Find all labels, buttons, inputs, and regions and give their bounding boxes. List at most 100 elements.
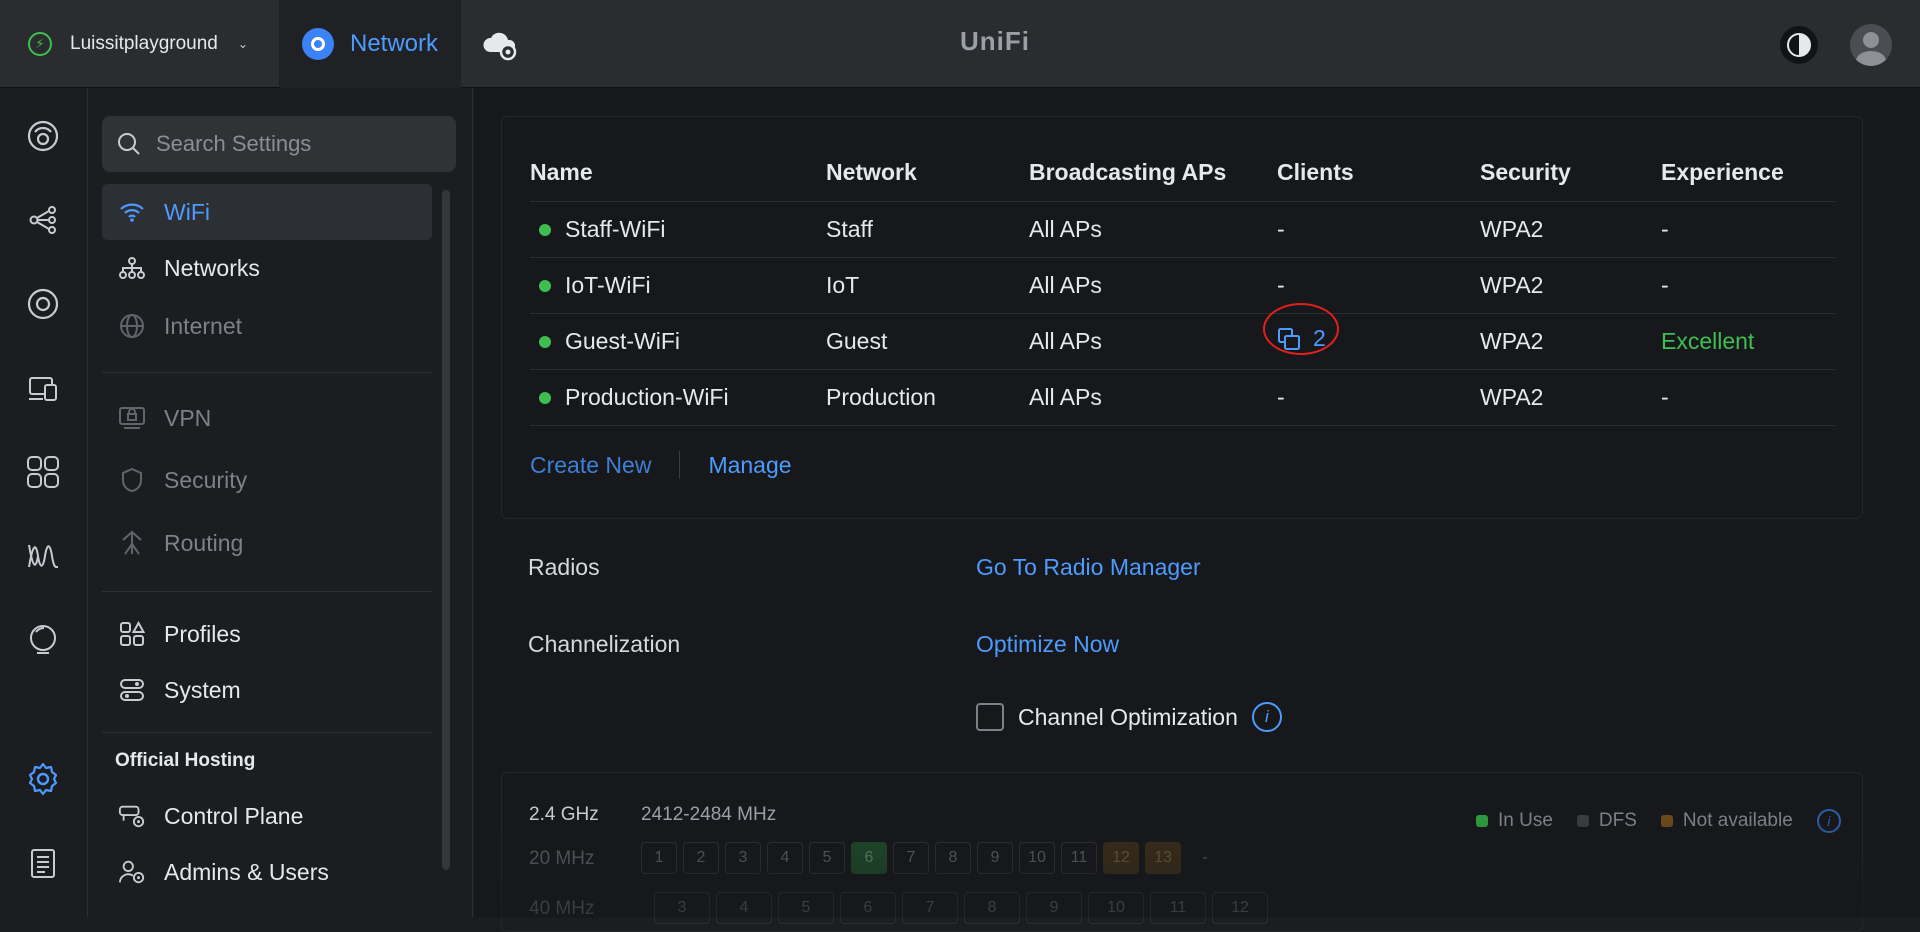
cell-aps: All APs <box>1029 369 1277 426</box>
cell-network: Guest <box>826 313 1029 370</box>
sidebar-item-label: Control Plane <box>164 802 304 829</box>
channel-cell[interactable]: 7 <box>902 892 958 924</box>
channels-20mhz: 1 2 3 4 5 6 7 8 9 10 11 12 13 - <box>641 842 1229 874</box>
cell-security: WPA2 <box>1480 201 1661 258</box>
info-icon[interactable]: i <box>1816 809 1841 833</box>
channel-cell[interactable]: 9 <box>1026 892 1082 924</box>
cell-experience: - <box>1661 369 1836 426</box>
cell-network: Staff <box>826 201 1029 258</box>
search-icon <box>118 133 140 155</box>
cell-network: Production <box>826 369 1029 426</box>
channel-cell[interactable]: 8 <box>935 842 971 874</box>
channels-40mhz: 3 4 5 6 7 8 9 10 11 12 <box>654 892 1274 924</box>
manage-link[interactable]: Manage <box>708 452 791 479</box>
theme-toggle-button[interactable] <box>1780 26 1818 64</box>
sidebar-item-networks[interactable]: Networks <box>102 240 432 296</box>
sidebar-item-control-plane[interactable]: Control Plane <box>102 788 432 844</box>
sidebar-item-routing[interactable]: Routing <box>102 515 432 571</box>
cell-experience: - <box>1661 201 1836 258</box>
table-row[interactable]: Staff-WiFi Staff All APs - WPA2 - <box>530 201 1836 258</box>
column-header-experience[interactable]: Experience <box>1661 145 1836 202</box>
channel-cell-in-use[interactable]: 6 <box>851 842 887 874</box>
column-header-security[interactable]: Security <box>1480 145 1661 202</box>
column-header-broadcasting-aps[interactable]: Broadcasting APs <box>1029 145 1277 202</box>
unifi-logo: UniFi <box>960 26 1030 56</box>
vpn-icon <box>118 404 146 432</box>
avatar[interactable] <box>1850 24 1892 66</box>
system-log-icon[interactable] <box>22 842 64 884</box>
channel-cell[interactable]: 7 <box>893 842 929 874</box>
clients-link[interactable]: 2 <box>1263 303 1339 356</box>
channel-cell[interactable]: 5 <box>778 892 834 924</box>
channel-cell[interactable]: 4 <box>716 892 772 924</box>
channel-cell[interactable]: 10 <box>1019 842 1055 874</box>
table-row[interactable]: IoT-WiFi IoT All APs - WPA2 - <box>530 257 1836 314</box>
globe-icon <box>118 312 146 340</box>
ports-icon[interactable] <box>22 451 64 493</box>
channel-cell-placeholder: - <box>1202 849 1208 866</box>
divider <box>679 451 681 479</box>
topology-icon[interactable] <box>22 199 64 241</box>
column-header-clients[interactable]: Clients <box>1277 145 1480 202</box>
devices-icon[interactable] <box>22 283 64 325</box>
channel-optimization-checkbox[interactable] <box>976 703 1004 731</box>
sidebar-scrollbar[interactable] <box>442 190 450 870</box>
channel-cell[interactable]: 9 <box>977 842 1013 874</box>
cell-aps: All APs <box>1029 257 1277 314</box>
shield-icon <box>118 466 146 494</box>
network-tree-icon <box>118 254 146 282</box>
network-app-tab[interactable]: Network <box>280 0 461 88</box>
radio-manager-link[interactable]: Go To Radio Manager <box>976 554 1201 581</box>
sidebar-item-security[interactable]: Security <box>102 452 432 508</box>
wifi-name: Staff-WiFi <box>565 215 666 242</box>
network-app-icon <box>302 28 334 60</box>
channel-cell[interactable]: 11 <box>1150 892 1206 924</box>
channel-cell[interactable]: 2 <box>683 842 719 874</box>
channel-cell[interactable]: 3 <box>725 842 761 874</box>
column-header-name[interactable]: Name <box>530 145 826 202</box>
channel-cell[interactable]: 3 <box>654 892 710 924</box>
channel-cell[interactable]: 10 <box>1088 892 1144 924</box>
channel-cell[interactable]: 5 <box>809 842 845 874</box>
search-input[interactable] <box>156 131 436 157</box>
channel-cell[interactable]: 6 <box>840 892 896 924</box>
site-switcher[interactable]: ⚡ Luissitplayground ⌄ <box>0 0 280 88</box>
dashboard-icon[interactable] <box>22 115 64 157</box>
routing-icon <box>118 529 146 557</box>
bolt-icon: ⚡ <box>28 32 52 56</box>
cell-name: IoT-WiFi <box>530 257 826 314</box>
clients-icon[interactable] <box>22 367 64 409</box>
sidebar-item-internet[interactable]: Internet <box>102 298 432 354</box>
innerspace-icon[interactable] <box>22 619 64 661</box>
table-row[interactable]: Guest-WiFi Guest All APs 2 WPA2 Excellen… <box>530 303 1836 370</box>
channel-cell[interactable]: 1 <box>641 842 677 874</box>
search-settings[interactable] <box>102 116 456 172</box>
info-icon[interactable]: i <box>1251 702 1282 732</box>
channel-cell[interactable]: 8 <box>964 892 1020 924</box>
settings-gear-icon[interactable] <box>22 758 64 800</box>
insights-icon[interactable] <box>22 535 64 577</box>
channel-cell[interactable]: 11 <box>1061 842 1097 874</box>
create-new-link[interactable]: Create New <box>530 452 651 479</box>
sidebar-item-admins-users[interactable]: Admins & Users <box>102 844 432 900</box>
card-actions: Create New Manage <box>530 451 792 479</box>
sidebar-item-wifi[interactable]: WiFi <box>102 184 432 240</box>
top-bar: ⚡ Luissitplayground ⌄ Network UniFi <box>0 0 1920 88</box>
channel-cell[interactable]: 4 <box>767 842 803 874</box>
channel-optimization-option[interactable]: Channel Optimization i <box>976 702 1282 732</box>
sidebar-item-system[interactable]: System <box>102 662 432 718</box>
sidebar-item-vpn[interactable]: VPN <box>102 390 432 446</box>
site-name: Luissitplayground <box>70 33 218 54</box>
red-annotation-circle <box>1263 303 1339 356</box>
table-row[interactable]: Production-WiFi Production All APs - WPA… <box>530 369 1836 426</box>
cell-security: WPA2 <box>1480 257 1661 314</box>
channel-cell[interactable]: 12 <box>1212 892 1268 924</box>
sidebar-item-label: Networks <box>164 254 260 281</box>
sidebar-item-label: Admins & Users <box>164 858 329 885</box>
sidebar-item-profiles[interactable]: Profiles <box>102 606 432 662</box>
optimize-now-link[interactable]: Optimize Now <box>976 631 1119 658</box>
cloud-settings-icon[interactable] <box>480 24 520 64</box>
cell-name: Staff-WiFi <box>530 201 826 258</box>
cell-experience: - <box>1661 257 1836 314</box>
column-header-network[interactable]: Network <box>826 145 1029 202</box>
